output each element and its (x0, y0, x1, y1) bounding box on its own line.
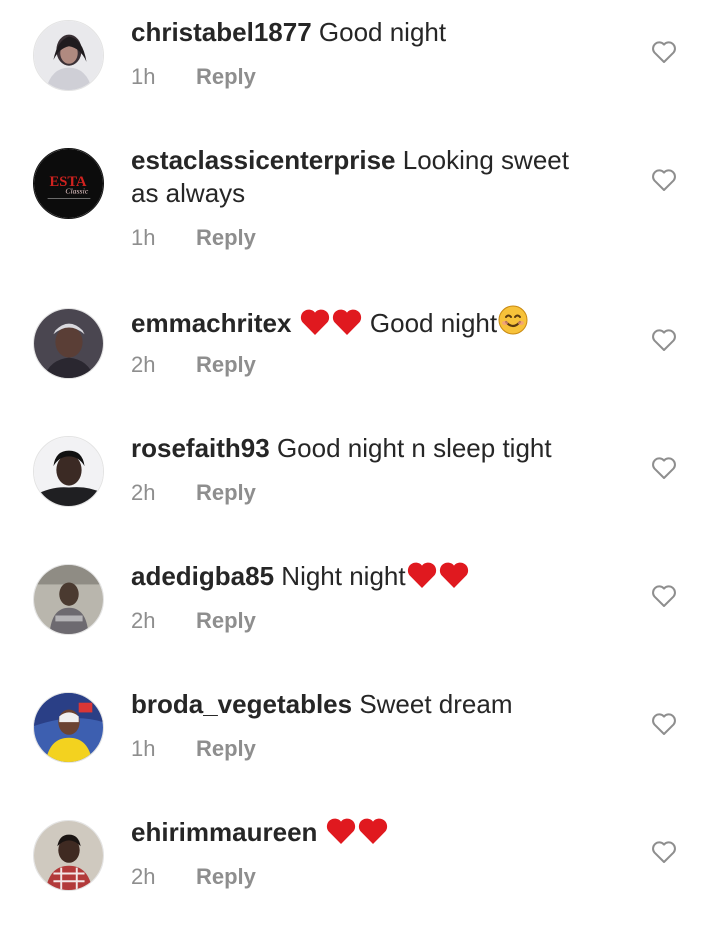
comment-meta: 2h Reply (131, 864, 256, 890)
reply-button[interactable]: Reply (196, 352, 256, 378)
comment-text: christabel1877 Good night (131, 16, 601, 49)
comment-text: emmachritex Good night (131, 304, 601, 344)
comment-username[interactable]: christabel1877 (131, 17, 312, 47)
avatar[interactable] (33, 20, 104, 91)
like-heart-icon[interactable] (651, 328, 677, 352)
like-heart-icon[interactable] (651, 456, 677, 480)
like-heart-icon[interactable] (651, 840, 677, 864)
comment-time: 2h (131, 352, 156, 377)
comment-time: 2h (131, 608, 156, 633)
avatar[interactable]: ESTA Classic (33, 148, 104, 219)
comment-username[interactable]: adedigba85 (131, 561, 274, 591)
comment-username[interactable]: ehirimmaureen (131, 817, 317, 847)
comment-meta: 1h Reply (131, 736, 256, 762)
comment-time: 2h (131, 864, 156, 889)
avatar[interactable] (33, 820, 104, 891)
reply-button[interactable]: Reply (196, 608, 256, 634)
red-heart-icon (325, 817, 357, 853)
comment-time: 1h (131, 225, 156, 250)
comment-meta: 1h Reply (131, 64, 256, 90)
reply-button[interactable]: Reply (196, 225, 256, 251)
red-heart-icon (331, 308, 363, 344)
comment-text: rosefaith93 Good night n sleep tight (131, 432, 601, 465)
like-heart-icon[interactable] (651, 584, 677, 608)
reply-button[interactable]: Reply (196, 864, 256, 890)
like-heart-icon[interactable] (651, 712, 677, 736)
avatar[interactable] (33, 692, 104, 763)
comment-body: Good night (311, 17, 447, 47)
smiling-face-icon (497, 304, 529, 344)
comment-meta: 2h Reply (131, 480, 256, 506)
avatar[interactable] (33, 564, 104, 635)
comment-text: estaclassicenterprise Looking sweet as a… (131, 144, 601, 210)
comment-meta: 2h Reply (131, 608, 256, 634)
comment-body: Sweet dream (352, 689, 513, 719)
like-heart-icon[interactable] (651, 40, 677, 64)
avatar[interactable] (33, 308, 104, 379)
like-heart-icon[interactable] (651, 168, 677, 192)
comment-time: 2h (131, 480, 156, 505)
comment-text: broda_vegetables Sweet dream (131, 688, 601, 721)
avatar[interactable] (33, 436, 104, 507)
comment-time: 1h (131, 736, 156, 761)
comment-body: Night night (274, 561, 406, 591)
reply-button[interactable]: Reply (196, 480, 256, 506)
comment-text: adedigba85 Night night (131, 560, 601, 597)
red-heart-icon (406, 561, 438, 597)
svg-text:Classic: Classic (65, 187, 88, 196)
comment-username[interactable]: rosefaith93 (131, 433, 270, 463)
comment-username[interactable]: emmachritex (131, 308, 291, 338)
comment-body: Good night (362, 308, 498, 338)
red-heart-icon (438, 561, 470, 597)
reply-button[interactable]: Reply (196, 64, 256, 90)
comment-body: Good night n sleep tight (269, 433, 552, 463)
comment-username[interactable]: broda_vegetables (131, 689, 352, 719)
red-heart-icon (299, 308, 331, 344)
red-heart-icon (357, 817, 389, 853)
reply-button[interactable]: Reply (196, 736, 256, 762)
comment-time: 1h (131, 64, 156, 89)
comment-meta: 1h Reply (131, 225, 256, 251)
comment-username[interactable]: estaclassicenterprise (131, 145, 396, 175)
comment-text: ehirimmaureen (131, 816, 601, 853)
comment-meta: 2h Reply (131, 352, 256, 378)
